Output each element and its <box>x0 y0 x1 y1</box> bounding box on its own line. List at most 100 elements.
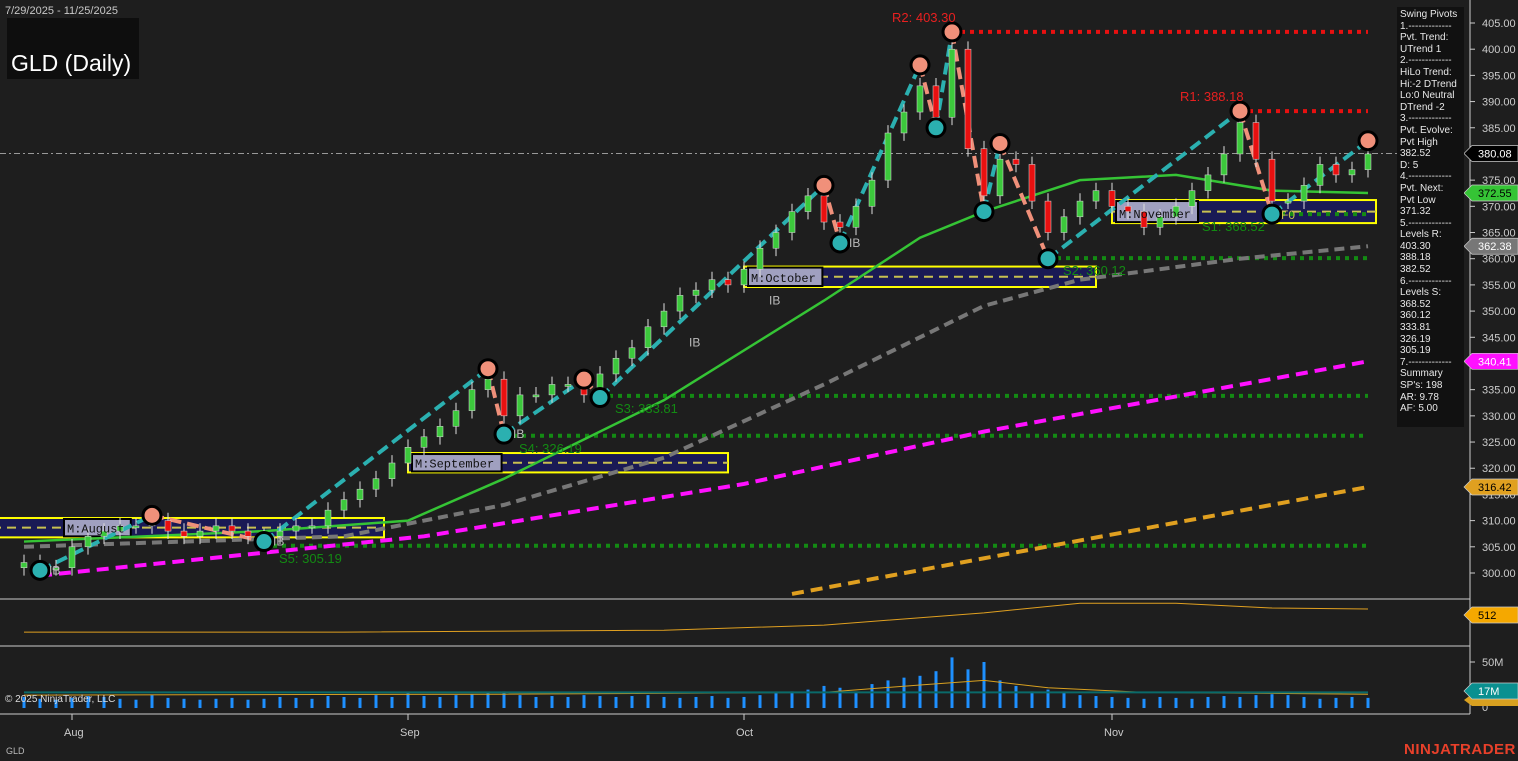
candle <box>436 426 444 438</box>
volume-bar <box>598 696 602 708</box>
candle <box>820 195 828 223</box>
candle <box>324 509 332 527</box>
level-label: S1: 368.52 <box>1202 219 1265 234</box>
volume-bar <box>1078 695 1082 708</box>
x-tick-label: Sep <box>400 727 420 739</box>
price-label: 372.55 <box>1478 188 1512 200</box>
swing-panel-line: 382.52 <box>1400 264 1431 276</box>
volume-bar <box>166 697 170 708</box>
marker-label: IB <box>273 535 284 549</box>
candle <box>628 347 636 359</box>
marker-label: IB <box>49 563 60 577</box>
swing-panel-line: 371.32 <box>1400 206 1431 218</box>
swing-panel-line: 3.------------- <box>1400 113 1452 125</box>
swing-panel-line: Lo:0 Neutral <box>1400 90 1455 102</box>
x-tick-label: Nov <box>1104 727 1124 739</box>
candle <box>884 132 892 181</box>
zone-label: M:September <box>415 457 494 471</box>
swing-panel-line: AR: 9.78 <box>1400 391 1439 403</box>
volume-bar <box>1286 695 1290 708</box>
volume-bar <box>438 696 442 708</box>
candle <box>772 232 780 249</box>
volume-bar <box>966 669 970 708</box>
candle <box>996 158 1004 197</box>
y-tick-label: 310.00 <box>1482 516 1516 528</box>
level-label: R2: 403.30 <box>892 10 956 25</box>
candle <box>964 48 972 149</box>
candle <box>1236 122 1244 155</box>
candle <box>1012 158 1020 165</box>
volume-bar <box>390 696 394 708</box>
volume-bar <box>1014 685 1018 708</box>
x-tick-label: Oct <box>736 727 753 739</box>
candle <box>68 546 76 569</box>
swing-panel-line: 368.52 <box>1400 298 1431 310</box>
volume-bar <box>774 693 778 708</box>
pivot-low-marker <box>29 559 51 581</box>
y-tick-label: 345.00 <box>1482 332 1516 344</box>
candle <box>708 279 716 291</box>
volume-bar <box>550 696 554 708</box>
swing-panel-line: 305.19 <box>1400 345 1431 357</box>
candle <box>740 268 748 286</box>
volume-bar <box>518 695 522 708</box>
swing-panel-line: 7.------------- <box>1400 356 1452 368</box>
candle <box>1060 216 1068 233</box>
candle <box>1300 185 1308 202</box>
zone-label: M:August <box>67 522 125 536</box>
volume-bar <box>1062 692 1066 708</box>
volume-bar <box>230 697 234 708</box>
candle <box>388 462 396 479</box>
swing-panel-line: 1.------------- <box>1400 20 1452 32</box>
swing-line <box>998 142 1050 260</box>
pivot-high-marker <box>573 368 595 390</box>
volume-bar <box>1222 696 1226 708</box>
volume-bar <box>1094 696 1098 708</box>
candle <box>1108 190 1116 207</box>
volume-bar <box>822 685 826 708</box>
volume-bar <box>630 696 634 708</box>
volume-bar <box>198 699 202 708</box>
candle <box>452 410 460 427</box>
volume-bar <box>310 698 314 708</box>
swing-panel-line: Levels R: <box>1400 229 1442 241</box>
candle <box>1348 169 1356 176</box>
swing-panel-line: 388.18 <box>1400 252 1431 264</box>
volume-bar <box>758 695 762 708</box>
symbol-label: GLD <box>6 746 25 756</box>
candle <box>132 525 140 529</box>
volume-bar <box>1238 696 1242 708</box>
candle <box>1204 174 1212 191</box>
level-label: S5: 305.19 <box>279 551 342 566</box>
volume-bar <box>182 698 186 708</box>
pivot-low-marker <box>493 423 515 445</box>
volume-bar <box>934 671 938 708</box>
price-label: 316.42 <box>1478 482 1512 494</box>
y-tick-label: 390.00 <box>1482 97 1516 109</box>
volume-bar <box>566 696 570 708</box>
candle <box>836 221 844 228</box>
volume-bar <box>246 699 250 708</box>
candle <box>196 530 204 537</box>
candle <box>164 520 172 532</box>
volume-bar <box>134 699 138 708</box>
candle <box>1332 164 1340 176</box>
volume-bar <box>1254 695 1258 708</box>
price-chart[interactable]: M:August M:September M:October M:November R2… <box>0 0 1518 761</box>
swing-panel-line: Pvt High <box>1400 136 1438 148</box>
volume-bar <box>662 696 666 708</box>
candle <box>340 499 348 511</box>
volume-bar <box>742 696 746 708</box>
level-label: R1: 388.18 <box>1180 89 1244 104</box>
volume-bar <box>1174 697 1178 708</box>
candle <box>516 394 524 417</box>
volume-bar <box>1158 696 1162 708</box>
swing-panel-line: 4.------------- <box>1400 171 1452 183</box>
candle <box>788 211 796 233</box>
candle <box>404 447 412 464</box>
y-tick-label: 320.00 <box>1482 463 1516 475</box>
volume-bar <box>1270 694 1274 708</box>
price-plot <box>0 21 1470 596</box>
y-tick-label: 360.00 <box>1482 254 1516 266</box>
ninjatrader-logo: NINJATRADER <box>1404 741 1516 758</box>
